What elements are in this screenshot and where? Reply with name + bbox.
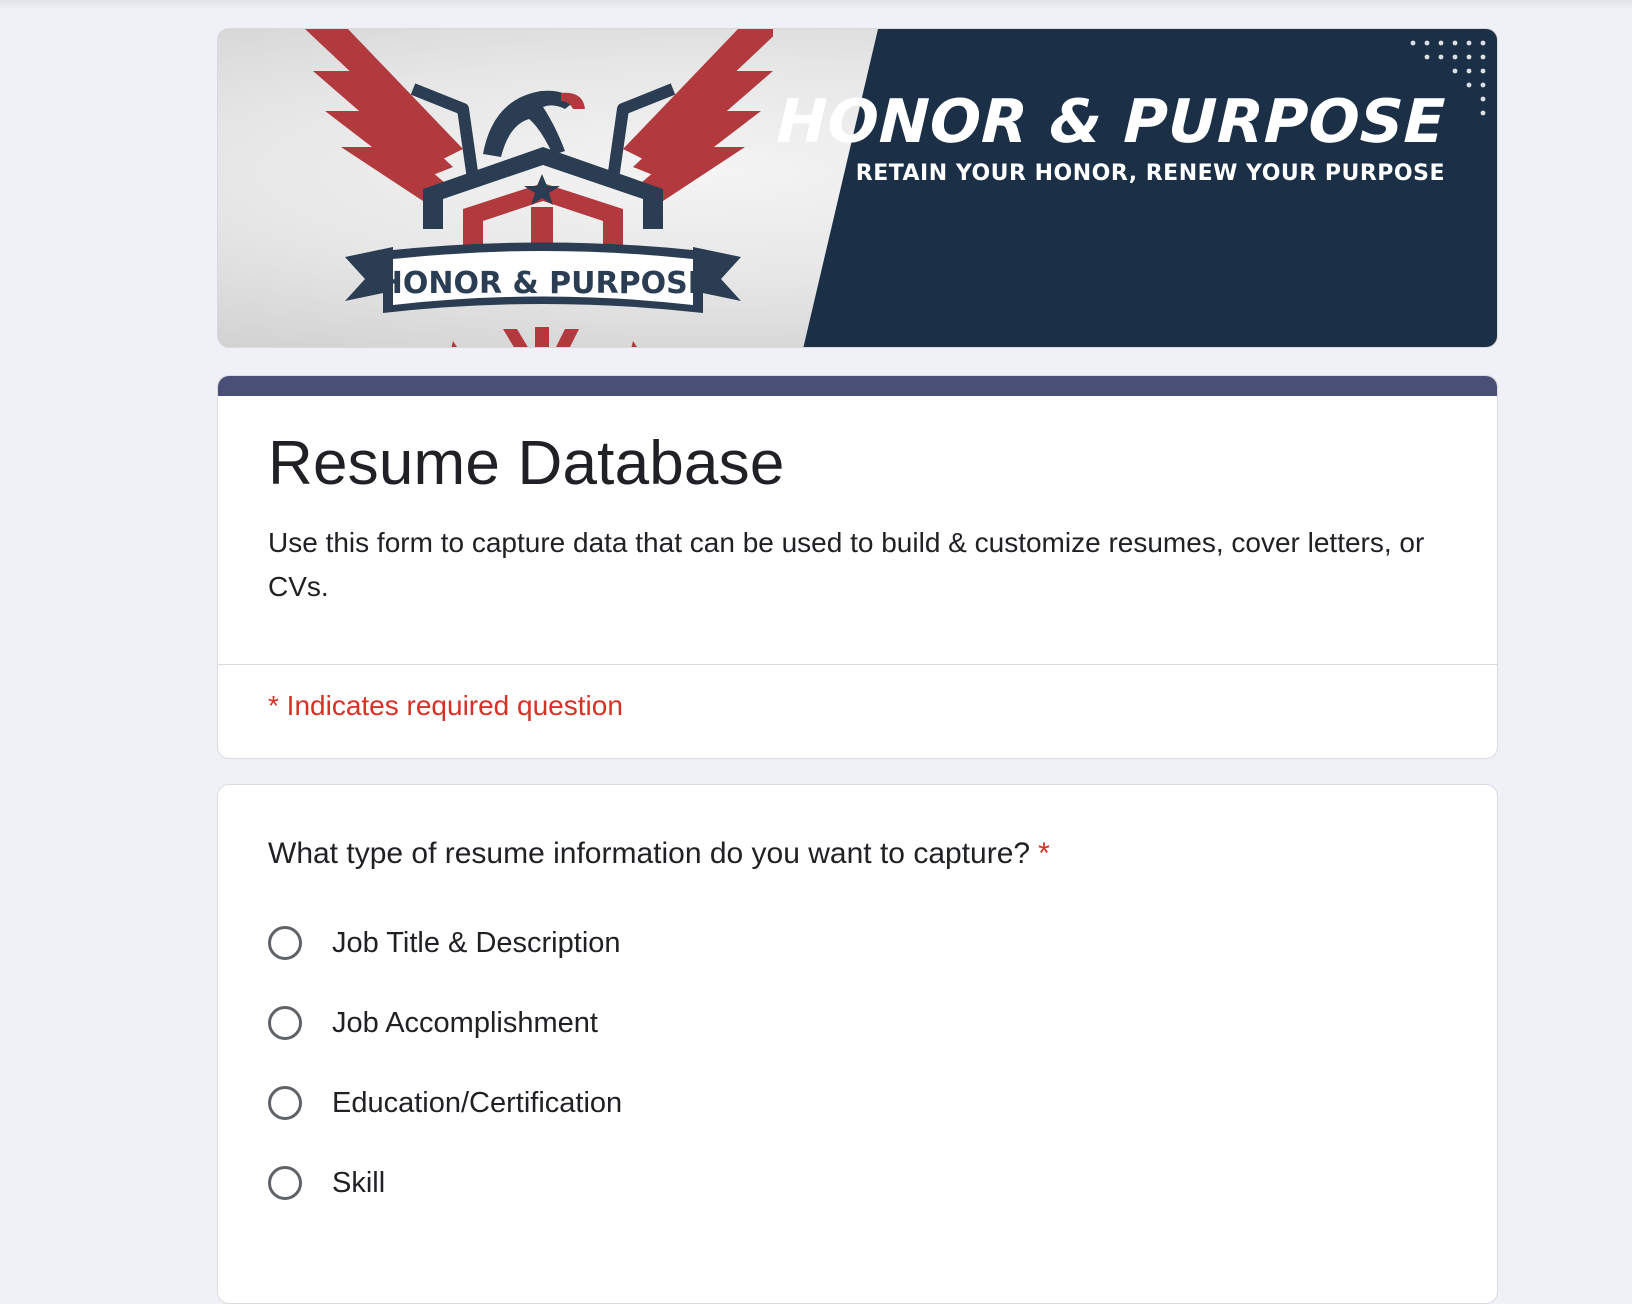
banner-tagline: RETAIN YOUR HONOR, RENEW YOUR PURPOSE [855, 161, 1445, 186]
dot-pattern-decoration [1410, 40, 1486, 116]
form-header-card: Resume Database Use this form to capture… [217, 375, 1498, 759]
question-title: What type of resume information do you w… [268, 837, 1050, 871]
radio-option-label: Job Title & Description [332, 926, 621, 959]
form-description: Use this form to capture data that can b… [268, 527, 1425, 602]
radio-option-label: Education/Certification [332, 1086, 623, 1119]
banner-title: HONOR & PURPOSE [775, 87, 1447, 157]
required-asterisk: * [1038, 837, 1050, 870]
theme-accent-bar [218, 376, 1497, 396]
radio-option-label: Job Accomplishment [332, 1006, 598, 1039]
logo-ribbon-text: HONOR & PURPOSE [378, 266, 708, 301]
radio-button-circle[interactable] [268, 1086, 302, 1120]
radio-option-label: Skill [332, 1166, 386, 1199]
radio-option-job-accomplishment[interactable]: Job Accomplishment [268, 1001, 598, 1045]
form-banner-image: HONOR & PURPOSE HONOR & PURPOSE RETAIN Y… [217, 28, 1498, 348]
question-card: What type of resume information do you w… [217, 784, 1498, 1304]
radio-button-circle[interactable] [268, 1166, 302, 1200]
form-title: Resume Database [268, 429, 785, 498]
eagle-shield-logo: HONOR & PURPOSE [305, 29, 773, 347]
radio-button-circle[interactable] [268, 926, 302, 960]
radio-button-circle[interactable] [268, 1006, 302, 1040]
question-text: What type of resume information do you w… [268, 837, 1031, 870]
radio-option-skill[interactable]: Skill [268, 1161, 385, 1205]
radio-option-education[interactable]: Education/Certification [268, 1081, 622, 1125]
header-divider [218, 664, 1497, 665]
required-indicator-note: * Indicates required question [268, 690, 623, 721]
form-column: HONOR & PURPOSE HONOR & PURPOSE RETAIN Y… [217, 28, 1498, 1304]
radio-option-job-title[interactable]: Job Title & Description [268, 921, 621, 965]
browser-top-edge [0, 0, 1632, 10]
